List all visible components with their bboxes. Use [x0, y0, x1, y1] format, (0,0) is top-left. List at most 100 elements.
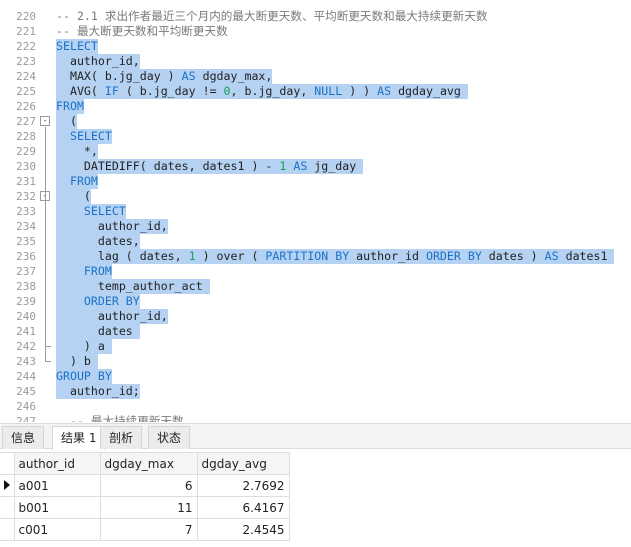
- code-line[interactable]: 246: [0, 399, 631, 414]
- line-number: 238: [16, 280, 36, 293]
- code-text: (: [56, 114, 77, 129]
- line-number: 237: [16, 265, 36, 278]
- tab-status[interactable]: 状态: [148, 426, 191, 449]
- line-number: 239: [16, 295, 36, 308]
- column-header-dgday-max[interactable]: dgday_max: [99, 452, 198, 475]
- code-text: author_id,: [56, 219, 168, 234]
- cell-author-id[interactable]: a001: [13, 474, 101, 497]
- result-tabs-bar: 信息 结果 1 剖析 状态: [0, 423, 631, 450]
- code-line[interactable]: 247 -- 最大持续更新天数: [0, 414, 631, 422]
- line-number: 246: [16, 400, 36, 413]
- code-text: SELECT: [56, 39, 98, 54]
- cell-author-id[interactable]: c001: [13, 518, 101, 541]
- code-line[interactable]: 235 dates,: [0, 234, 631, 249]
- code-line[interactable]: 242 ) a: [0, 339, 631, 354]
- line-number: 221: [16, 25, 36, 38]
- result-grid[interactable]: author_id dgday_max dgday_avg a001 6 2.7…: [0, 450, 631, 547]
- cell-dgday-avg[interactable]: 2.4545: [196, 518, 290, 541]
- code-line[interactable]: 227- (: [0, 114, 631, 129]
- line-number: 222: [16, 40, 36, 53]
- line-number: 245: [16, 385, 36, 398]
- code-line[interactable]: 220 -- 2.1 求出作者最近三个月内的最大断更天数、平均断更天数和最大持续更…: [0, 9, 631, 24]
- table-row[interactable]: b001 11 6.4167: [0, 496, 290, 519]
- row-header: [0, 496, 15, 519]
- code-text: -- 2.1 求出作者最近三个月内的最大断更天数、平均断更天数和最大持续更新天数: [56, 9, 488, 23]
- fold-toggle-icon[interactable]: -: [40, 116, 50, 126]
- code-line[interactable]: 236 lag ( dates, 1 ) over ( PARTITION BY…: [0, 249, 631, 264]
- code-line[interactable]: 229 *,: [0, 144, 631, 159]
- code-line[interactable]: 232- (: [0, 189, 631, 204]
- code-line[interactable]: 228 SELECT: [0, 129, 631, 144]
- line-number: 226: [16, 100, 36, 113]
- line-number: 228: [16, 130, 36, 143]
- code-text: ) b: [56, 354, 98, 369]
- line-number: 229: [16, 145, 36, 158]
- row-header-corner: [0, 452, 15, 475]
- sql-editor[interactable]: 220 -- 2.1 求出作者最近三个月内的最大断更天数、平均断更天数和最大持续更…: [0, 0, 631, 422]
- code-text: author_id,: [56, 54, 140, 69]
- cell-dgday-max[interactable]: 7: [99, 518, 198, 541]
- code-line[interactable]: 234 author_id,: [0, 219, 631, 234]
- table-row[interactable]: c001 7 2.4545: [0, 518, 290, 541]
- code-line[interactable]: 240 author_id,: [0, 309, 631, 324]
- code-line[interactable]: 233 SELECT: [0, 204, 631, 219]
- code-line[interactable]: 231 FROM: [0, 174, 631, 189]
- code-line[interactable]: 222 SELECT: [0, 39, 631, 54]
- column-header-dgday-avg[interactable]: dgday_avg: [196, 452, 290, 475]
- code-line[interactable]: 239 ORDER BY: [0, 294, 631, 309]
- code-text: author_id;: [56, 384, 140, 399]
- table-row[interactable]: a001 6 2.7692: [0, 474, 290, 497]
- code-text: lag ( dates, 1 ) over ( PARTITION BY aut…: [56, 249, 615, 264]
- cell-dgday-avg[interactable]: 2.7692: [196, 474, 290, 497]
- line-number: 232: [16, 190, 36, 203]
- code-text: DATEDIFF( dates, dates1 ) - 1 AS jg_day: [56, 159, 364, 174]
- code-line[interactable]: 238 temp_author_act: [0, 279, 631, 294]
- line-number: 242: [16, 340, 36, 353]
- code-line[interactable]: 241 dates: [0, 324, 631, 339]
- tab-info[interactable]: 信息: [2, 426, 45, 449]
- code-text: FROM: [56, 174, 98, 189]
- line-number: 235: [16, 235, 36, 248]
- code-line[interactable]: 244 GROUP BY: [0, 369, 631, 384]
- code-text: dates,: [56, 234, 140, 249]
- line-number: 234: [16, 220, 36, 233]
- code-text: AVG( IF ( b.jg_day != 0, b.jg_day, NULL …: [56, 84, 468, 99]
- code-line[interactable]: 245 author_id;: [0, 384, 631, 399]
- code-text: temp_author_act: [56, 279, 210, 294]
- code-text: MAX( b.jg_day ) AS dgday_max,: [56, 69, 273, 84]
- fold-guide-end: [45, 361, 51, 362]
- code-text: -- 最大持续更新天数: [56, 414, 184, 422]
- code-line[interactable]: 223 author_id,: [0, 54, 631, 69]
- code-line[interactable]: 225 AVG( IF ( b.jg_day != 0, b.jg_day, N…: [0, 84, 631, 99]
- table-header-row: author_id dgday_max dgday_avg: [0, 452, 290, 475]
- tab-result-1[interactable]: 结果 1: [52, 426, 106, 450]
- code-text: *,: [56, 144, 98, 159]
- line-number: 224: [16, 70, 36, 83]
- code-line[interactable]: 230 DATEDIFF( dates, dates1 ) - 1 AS jg_…: [0, 159, 631, 174]
- code-text: ORDER BY: [56, 294, 140, 309]
- code-line[interactable]: 224 MAX( b.jg_day ) AS dgday_max,: [0, 69, 631, 84]
- cell-dgday-avg[interactable]: 6.4167: [196, 496, 290, 519]
- tab-profile[interactable]: 剖析: [100, 426, 143, 449]
- cell-author-id[interactable]: b001: [13, 496, 101, 519]
- fold-guide-end: [45, 346, 51, 347]
- fold-guide: [45, 127, 46, 361]
- code-line[interactable]: 226 FROM: [0, 99, 631, 114]
- code-text: dates: [56, 324, 140, 339]
- line-number: 230: [16, 160, 36, 173]
- code-line[interactable]: 237 FROM: [0, 264, 631, 279]
- code-line[interactable]: 243 ) b: [0, 354, 631, 369]
- code-text: author_id,: [56, 309, 168, 324]
- code-text: (: [56, 189, 91, 204]
- line-number: 220: [16, 10, 36, 23]
- code-line[interactable]: 221 -- 最大断更天数和平均断更天数: [0, 24, 631, 39]
- column-header-author-id[interactable]: author_id: [13, 452, 101, 475]
- cell-dgday-max[interactable]: 11: [99, 496, 198, 519]
- code-text: GROUP BY: [56, 369, 112, 384]
- code-text: SELECT: [56, 204, 126, 219]
- code-text: FROM: [56, 99, 84, 114]
- row-header: [0, 518, 15, 541]
- line-number: 231: [16, 175, 36, 188]
- code-text: -- 最大断更天数和平均断更天数: [56, 24, 228, 38]
- cell-dgday-max[interactable]: 6: [99, 474, 198, 497]
